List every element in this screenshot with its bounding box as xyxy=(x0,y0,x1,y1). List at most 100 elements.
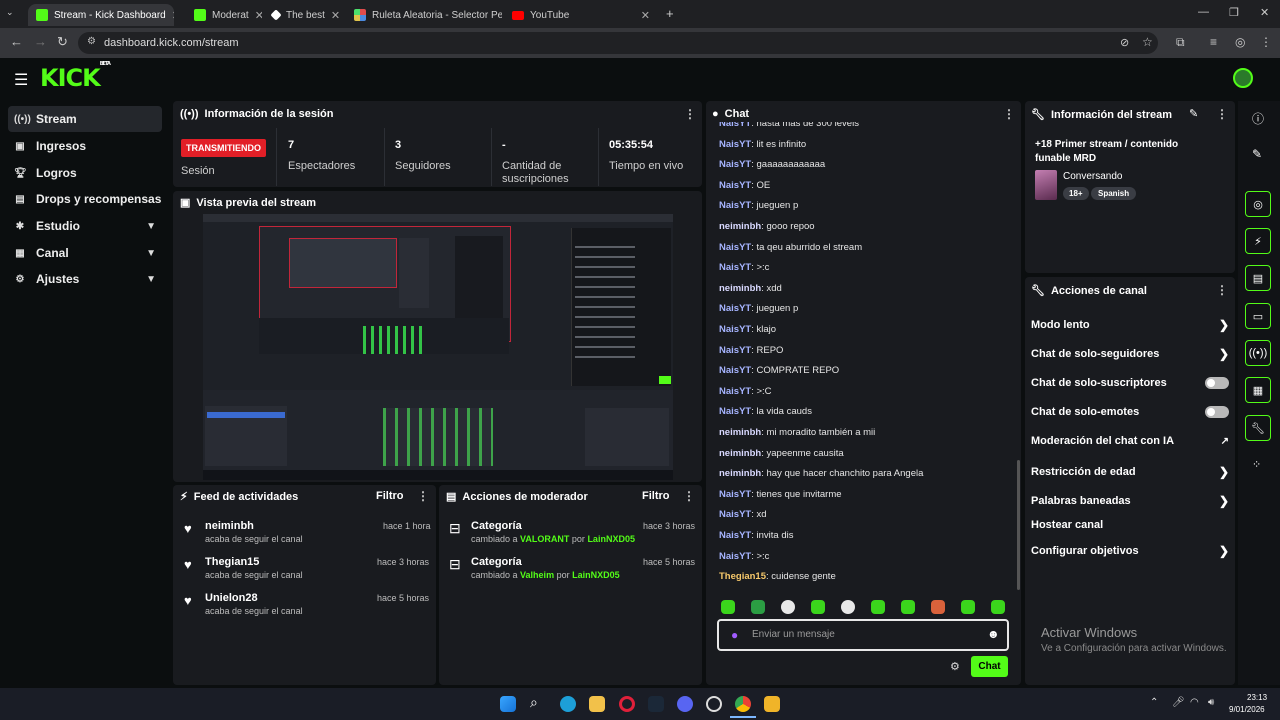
document-tool-icon[interactable]: ▤ xyxy=(1245,265,1271,291)
tray-chevron-icon[interactable]: ⌃ xyxy=(1150,697,1158,708)
tab-ruleta[interactable]: Ruleta Aleatoria - Selector Pers ✕ xyxy=(346,4,502,26)
discord-icon[interactable] xyxy=(677,696,693,712)
chat-username[interactable]: NaisYT xyxy=(719,139,751,150)
close-window-button[interactable]: ✕ xyxy=(1260,6,1269,19)
eye-off-icon[interactable]: ⊘ xyxy=(1120,36,1129,49)
kick-logo[interactable]: KICKBETA xyxy=(40,61,111,92)
chat-username[interactable]: neiminbh xyxy=(719,221,761,232)
tab-search-icon[interactable]: ⌄ xyxy=(6,7,14,18)
wrench-tool-icon[interactable]: 🔧︎ xyxy=(1245,415,1271,441)
chat-username[interactable]: Thegian15 xyxy=(719,571,766,582)
microphone-icon[interactable]: ● xyxy=(731,628,738,642)
reload-button[interactable]: ↻ xyxy=(57,34,68,50)
action-host-channel[interactable]: Hostear canal xyxy=(1031,519,1229,531)
chat-username[interactable]: neiminbh xyxy=(719,427,761,438)
game-app-icon[interactable] xyxy=(764,696,780,712)
steam-icon[interactable] xyxy=(648,696,664,712)
extensions-icon[interactable]: ⧉ xyxy=(1176,35,1185,50)
pencil-icon[interactable]: ✎ xyxy=(1252,147,1262,161)
clock-time[interactable]: 23:13 xyxy=(1247,693,1267,702)
chat-username[interactable]: NaisYT xyxy=(719,262,751,273)
chat-username[interactable]: NaisYT xyxy=(719,386,751,397)
chat-scrollbar[interactable] xyxy=(1017,460,1020,590)
info-icon[interactable]: ⓘ xyxy=(1252,110,1264,127)
emote-icon[interactable] xyxy=(841,600,855,614)
layout-tool-icon[interactable]: ▦ xyxy=(1245,377,1271,403)
tab-close-icon[interactable]: ✕ xyxy=(641,9,650,22)
emote-icon[interactable] xyxy=(751,600,765,614)
clock-date[interactable]: 9/01/2026 xyxy=(1229,705,1265,714)
chat-username[interactable]: NaisYT xyxy=(719,489,751,500)
chat-username[interactable]: NaisYT xyxy=(719,345,751,356)
chat-username[interactable]: NaisYT xyxy=(719,122,751,129)
chat-username[interactable]: neiminbh xyxy=(719,283,761,294)
modactions-filter-button[interactable]: Filtro xyxy=(642,490,670,502)
chat-username[interactable]: NaisYT xyxy=(719,551,751,562)
emotes-only-toggle[interactable] xyxy=(1205,406,1229,418)
new-tab-button[interactable]: + xyxy=(666,6,674,21)
tab-close-icon[interactable]: ✕ xyxy=(331,9,340,22)
activity-menu-icon[interactable]: ⋮ xyxy=(417,489,429,503)
chat-message-list[interactable]: NaisYT: hasta más de 300 levels NaisYT: l… xyxy=(706,122,1021,592)
chrome-icon[interactable] xyxy=(735,696,751,712)
avatar[interactable] xyxy=(1233,68,1253,88)
broadcast-tool-icon[interactable]: ((•)) xyxy=(1245,340,1271,366)
action-emotes-only[interactable]: Chat de solo-emotes xyxy=(1031,406,1229,418)
sidebar-item-drops[interactable]: ▤ Drops y recompensas xyxy=(8,186,162,212)
tab-youtube[interactable]: YouTube ✕ xyxy=(504,4,658,26)
chat-username[interactable]: neiminbh xyxy=(719,468,761,479)
action-ai-moderation[interactable]: Moderación del chat con IA ↗ xyxy=(1031,435,1229,447)
bookmark-star-icon[interactable]: ☆ xyxy=(1142,35,1153,49)
site-info-icon[interactable]: ⚙ xyxy=(87,36,96,47)
file-explorer-icon[interactable] xyxy=(589,696,605,712)
edge-icon[interactable] xyxy=(560,696,576,712)
action-followers-only[interactable]: Chat de solo-seguidores ❯ xyxy=(1031,347,1229,361)
action-banned-words[interactable]: Palabras baneadas ❯ xyxy=(1031,494,1229,508)
tab-close-icon[interactable]: ✕ xyxy=(255,9,262,22)
action-slow-mode[interactable]: Modo lento ❯ xyxy=(1031,318,1229,332)
browser-menu-icon[interactable]: ⋮ xyxy=(1260,35,1272,49)
opera-icon[interactable] xyxy=(619,696,635,712)
emote-icon[interactable] xyxy=(931,600,945,614)
chat-tool-icon[interactable]: ▭ xyxy=(1245,303,1271,329)
wifi-icon[interactable]: ◠ xyxy=(1190,697,1199,708)
chat-settings-gear-icon[interactable]: ⚙ xyxy=(950,660,960,673)
apps-icon[interactable]: ⁘ xyxy=(1252,458,1261,471)
streaminfo-menu-icon[interactable]: ⋮ xyxy=(1216,107,1228,121)
forward-button[interactable]: → xyxy=(34,34,47,49)
obs-icon[interactable] xyxy=(706,696,722,712)
chat-username[interactable]: NaisYT xyxy=(719,530,751,541)
emote-icon[interactable] xyxy=(901,600,915,614)
stream-preview-video[interactable] xyxy=(203,214,673,480)
profile-icon[interactable]: ◎ xyxy=(1235,35,1245,49)
back-button[interactable]: ← xyxy=(10,34,23,49)
search-icon[interactable]: ⌕ xyxy=(530,694,538,711)
volume-icon[interactable]: 🔊︎ xyxy=(1208,697,1214,708)
chat-username[interactable]: NaisYT xyxy=(719,509,751,520)
emoji-icon[interactable]: ☻ xyxy=(987,627,1000,641)
chat-username[interactable]: NaisYT xyxy=(719,303,751,314)
action-subscribers-only[interactable]: Chat de solo-suscriptores xyxy=(1031,377,1229,389)
sidebar-item-canal[interactable]: ▦ Canal ▼ xyxy=(8,240,162,266)
chat-menu-icon[interactable]: ⋮ xyxy=(1003,107,1015,121)
lightning-tool-icon[interactable]: ⚡︎ xyxy=(1245,228,1271,254)
emote-icon[interactable] xyxy=(961,600,975,614)
edit-pencil-icon[interactable]: ✎ xyxy=(1189,107,1198,120)
chat-username[interactable]: NaisYT xyxy=(719,365,751,376)
modactions-menu-icon[interactable]: ⋮ xyxy=(683,489,695,503)
address-bar[interactable]: ⚙ dashboard.kick.com/stream xyxy=(78,32,1158,54)
session-menu-icon[interactable]: ⋮ xyxy=(684,107,696,121)
emote-icon[interactable] xyxy=(781,600,795,614)
emote-icon[interactable] xyxy=(871,600,885,614)
emote-icon[interactable] xyxy=(721,600,735,614)
sidebar-item-stream[interactable]: ((•)) Stream xyxy=(8,106,162,132)
chat-username[interactable]: NaisYT xyxy=(719,324,751,335)
microphone-tray-icon[interactable]: 🎤︎ xyxy=(1172,697,1185,708)
minimize-button[interactable]: — xyxy=(1198,6,1209,18)
windows-start-icon[interactable] xyxy=(500,696,516,712)
sidebar-item-ingresos[interactable]: ▣ Ingresos xyxy=(8,133,162,159)
tab-moderation[interactable]: Moderat ✕ xyxy=(186,4,262,26)
chat-username[interactable]: neiminbh xyxy=(719,448,761,459)
chat-username[interactable]: NaisYT xyxy=(719,406,751,417)
chat-username[interactable]: NaisYT xyxy=(719,242,751,253)
